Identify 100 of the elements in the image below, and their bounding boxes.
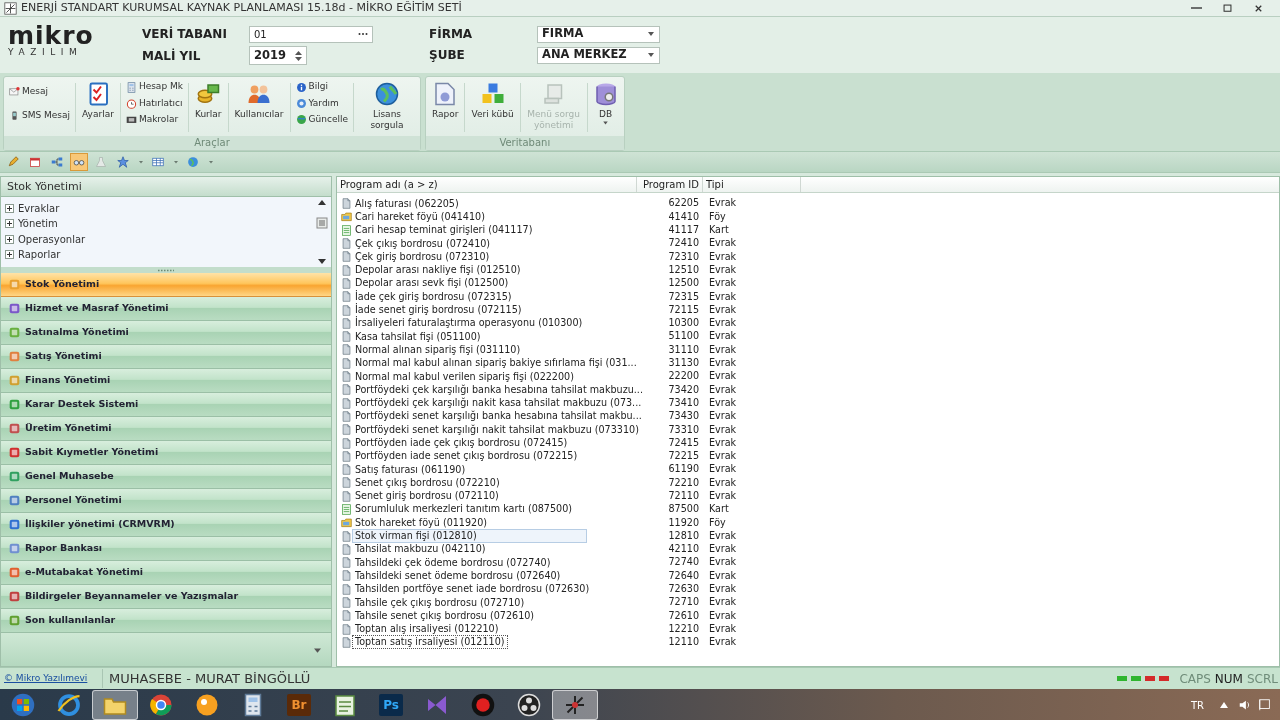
ribbon-button[interactable]: Veri kübü [467,79,518,136]
module-tab[interactable]: Üretim Yönetimi [1,417,331,441]
program-name[interactable]: Çek giriş bordrosu (072310) [352,249,493,264]
program-type: Evrak [708,528,737,543]
toolbar-button[interactable] [70,153,88,171]
ribbon-button[interactable]: Güncelle [292,112,351,128]
tree-item[interactable]: Raporlar [5,246,316,263]
grip-icon [157,268,175,272]
program-name[interactable]: Stok hareket föyü (011920) [352,515,490,530]
program-name[interactable]: İade senet giriş bordrosu (072115) [352,303,525,318]
maximize-button[interactable] [1222,2,1233,14]
ribbon-button[interactable]: Bilgi [292,79,351,95]
program-name[interactable]: Cari hesap teminat girişleri (041117) [352,223,536,238]
toolbar-button[interactable] [114,153,132,171]
column-header[interactable]: Program adı (a > z) [337,177,637,192]
module-tab[interactable]: Hizmet ve Masraf Yönetimi [1,297,331,321]
program-name[interactable]: Portföyden iade çek çıkış bordrosu (072415) [352,436,571,450]
tile-icon [9,327,20,338]
calendar-icon [29,156,41,168]
program-name[interactable]: Satış faturası (061190) [352,462,469,477]
ribbon-button[interactable]: SMS Mesaj [6,108,74,124]
module-tab[interactable]: Son kullanılanlar [1,609,331,633]
program-name[interactable]: Depolar arası sevk fişi (012500) [352,276,512,291]
ribbon-button[interactable]: Rapor [427,79,463,136]
program-name[interactable]: Tahsilat makbuzu (042110) [352,542,489,557]
program-name[interactable]: Portföydeki çek karşılığı nakit kasa tahsilat makbuzu (073... [352,396,645,411]
module-tab[interactable]: Genel Muhasebe [1,465,331,489]
program-name[interactable]: Senet çıkış bordrosu (072210) [352,475,503,490]
dropdown-field[interactable]: ANA MERKEZ [537,46,660,64]
module-tab[interactable]: Sabit Kıymetler Yönetimi [1,441,331,465]
program-type: Evrak [708,196,737,211]
program-name[interactable]: Portföydeki senet karşılığı nakit tahsilat makbuzu (073310) [352,422,642,437]
program-type: Evrak [708,582,737,597]
program-name[interactable]: Normal alınan sipariş fişi (031110) [352,342,524,357]
program-type: Kart [708,502,729,517]
module-tab[interactable]: Personel Yönetimi [1,489,331,513]
document-icon [341,198,352,210]
ribbon-button[interactable]: Hesap Mk [122,79,186,95]
program-name[interactable]: Stok virman fişi (012810) [352,529,587,544]
column-header[interactable]: Tipi [703,177,801,192]
tree-item[interactable]: Operasyonlar [5,231,316,247]
program-id: 10300 [667,316,700,331]
ribbon-button[interactable]: Kullanıcılar [230,79,288,136]
program-name[interactable]: Alış faturası (062205) [352,196,462,211]
module-tab[interactable]: Satınalma Yönetimi [1,321,331,345]
program-type: Evrak [708,435,737,450]
program-name[interactable]: Kasa tahsilat fişi (051100) [352,329,484,344]
tile-icon [9,423,20,434]
key-indicator: SCRL [1245,670,1279,688]
module-tab[interactable]: Bildirgeler Beyannameler ve Yazışmalar [1,585,331,609]
program-name[interactable]: Toptan alış irsaliyesi (012210) [352,622,502,637]
program-name[interactable]: Portföydeki senet karşılığı banka hesabına tahsilat makbu... [352,409,645,424]
link[interactable]: © Mikro Yazılımevi [4,671,102,686]
taskbar-button[interactable] [552,690,598,720]
program-id: 72115 [667,302,700,317]
taskbar-button[interactable]: Ps [368,690,414,720]
program-name[interactable]: İrsaliyeleri faturalaştırma operasyonu (010300) [352,316,586,331]
program-id: 72415 [667,435,700,450]
module-tab[interactable]: Finans Yönetimi [1,369,331,393]
program-name[interactable]: Tahsile senet çıkış bordrosu (072610) [352,608,538,623]
input-field[interactable]: 01 [249,25,373,43]
program-name[interactable]: Cari hareket föyü (041410) [352,209,488,224]
ribbon-button[interactable]: DB [589,79,622,136]
module-tab[interactable]: Karar Destek Sistemi [1,393,331,417]
taskbar-button[interactable]: Br [276,690,322,720]
program-name[interactable]: Portföyden iade senet çıkış bordrosu (072215) [352,449,581,464]
ribbon-button[interactable]: Mesaj [6,83,74,99]
module-tab[interactable]: e-Mutabakat Yönetimi [1,561,331,585]
program-name[interactable]: İade çek giriş bordrosu (072315) [352,289,515,304]
program-name[interactable]: Tahsildeki çek ödeme bordrosu (072740) [352,555,554,570]
program-name[interactable]: Toptan satış irsaliyesi (012110) [352,635,508,650]
list-icon [341,224,352,236]
ribbon-button[interactable]: Hatırlatıcı [122,95,186,112]
program-name[interactable]: Sorumluluk merkezleri tanıtım kartı (087500) [352,502,575,517]
program-name[interactable]: Tahsile çek çıkış bordrosu (072710) [352,595,528,610]
module-tab[interactable]: Stok Yönetimi [1,273,331,297]
tree-item[interactable]: Evraklar [5,201,316,217]
ribbon-button[interactable]: Kurlar [190,79,226,136]
ribbon-button[interactable]: Makrolar [122,112,186,128]
input-field[interactable]: 2019 [249,46,307,65]
ribbon-button[interactable]: Lisans sorgula [355,79,418,136]
program-name[interactable]: Tahsildeki senet ödeme bordrosu (072640) [352,568,564,583]
program-type: Evrak [708,595,737,610]
program-type: Föy [708,515,726,530]
column-header[interactable]: Program ID [637,177,703,192]
program-name[interactable]: Tahsilden portföye senet iade bordrosu (072630) [352,582,593,597]
dropdown-field[interactable]: FIRMA [537,25,660,43]
program-name[interactable]: Portföydeki çek karşılığı banka hesabına tahsilat makbuzu... [352,382,646,397]
ribbon-button[interactable]: Yardım [292,95,351,112]
module-tab[interactable]: İlişkiler yönetimi (CRMVRM) [1,513,331,537]
module-tab[interactable]: Rapor Bankası [1,537,331,561]
program-name[interactable]: Senet giriş bordrosu (072110) [352,489,502,504]
ribbon-button[interactable]: Ayarlar [78,79,118,136]
program-name[interactable]: Depolar arası nakliye fişi (012510) [352,263,524,278]
program-name[interactable]: Normal mal kabul verilen sipariş fişi (022200) [352,369,577,384]
program-name[interactable]: Çek çıkış bordrosu (072410) [352,236,494,251]
language-indicator[interactable]: TR [1190,697,1204,713]
module-tab[interactable]: Satış Yönetimi [1,345,331,369]
program-name[interactable]: Normal mal kabul alınan sipariş bakiye sıfırlama fişi (031... [352,356,640,371]
tree-item[interactable]: Yönetim [5,216,316,232]
